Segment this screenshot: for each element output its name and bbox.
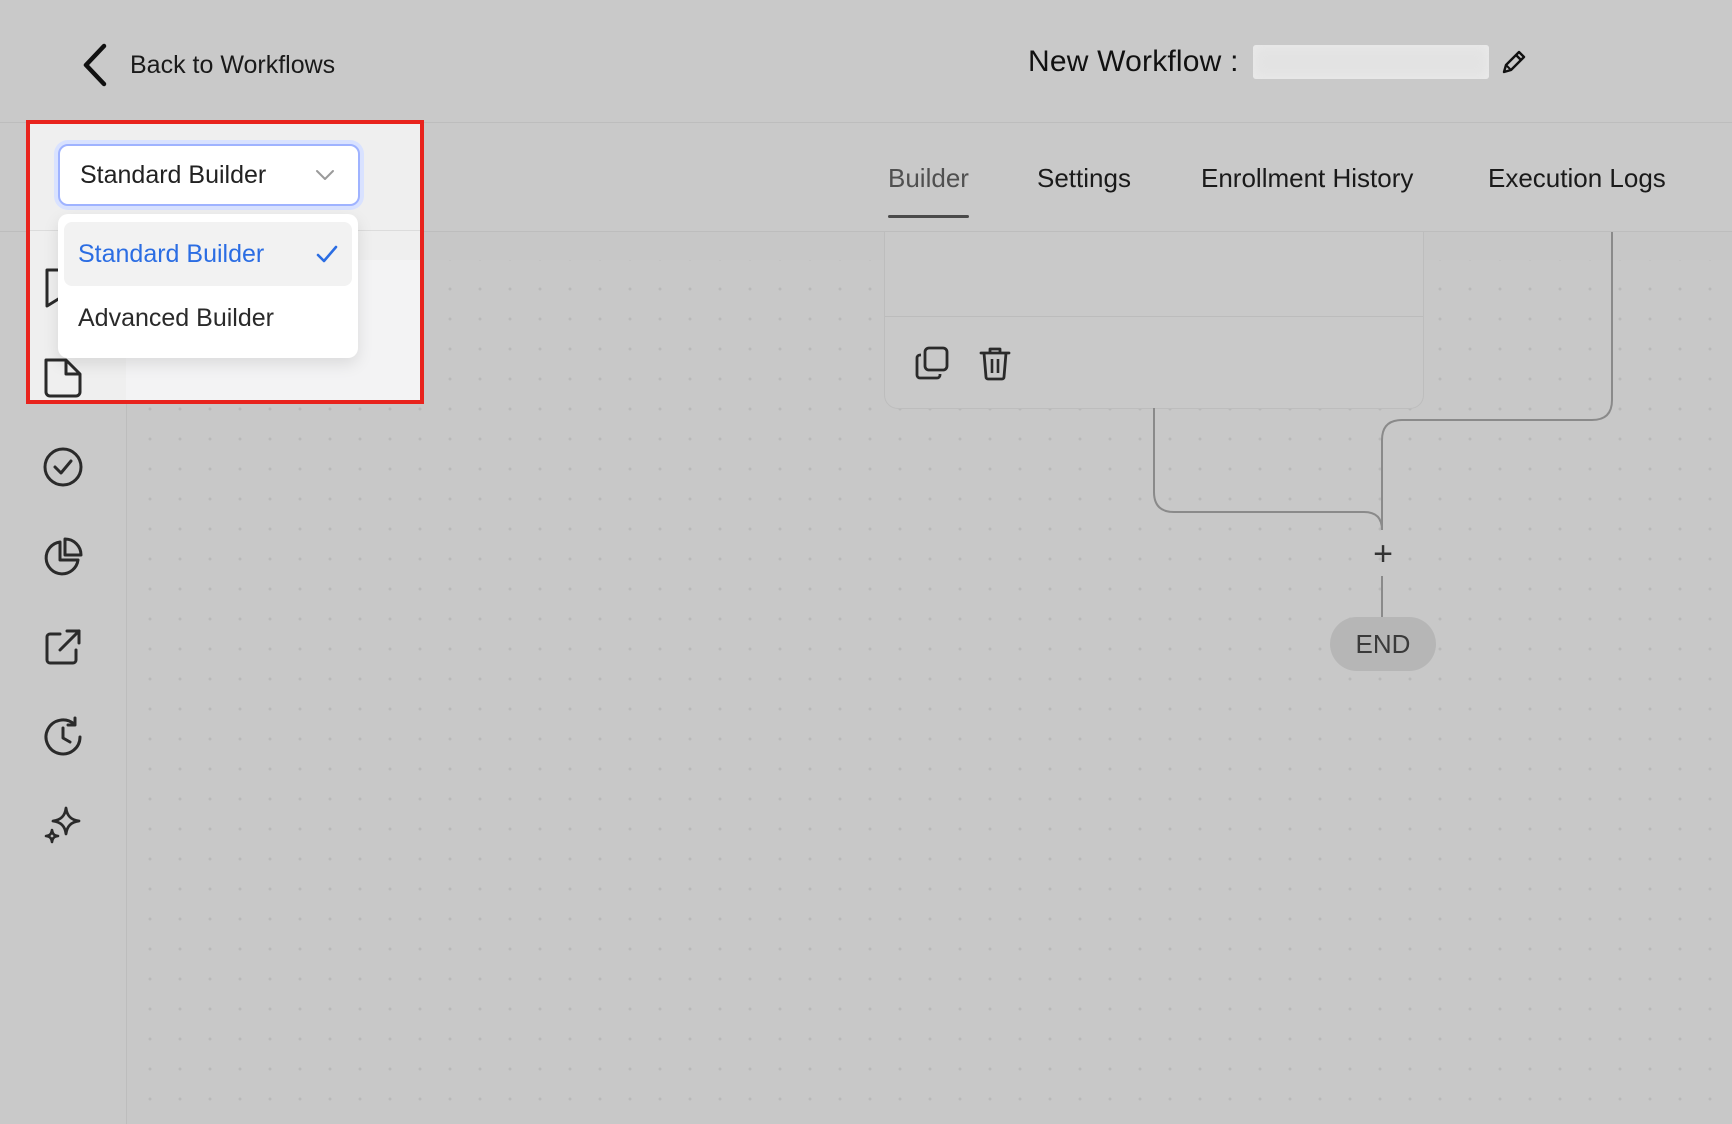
workflow-name-field[interactable]	[1252, 45, 1489, 79]
option-standard-builder[interactable]: Standard Builder	[64, 222, 352, 286]
builder-type-dropdown: Standard Builder Advanced Builder	[58, 214, 358, 358]
checkmark-icon	[316, 245, 338, 263]
pie-chart-icon[interactable]	[40, 534, 86, 580]
tab-settings[interactable]: Settings	[1037, 163, 1131, 218]
external-link-icon[interactable]	[40, 624, 86, 670]
builder-select-value: Standard Builder	[80, 160, 267, 189]
workflow-node-card[interactable]	[884, 232, 1424, 409]
back-to-workflows-link[interactable]: Back to Workflows	[78, 40, 335, 90]
history-clock-icon[interactable]	[40, 714, 86, 760]
workflow-title-label: New Workflow :	[1028, 45, 1239, 78]
option-label: Standard Builder	[78, 239, 265, 268]
back-label: Back to Workflows	[130, 50, 336, 79]
copy-icon[interactable]	[913, 344, 951, 382]
chevron-left-icon	[83, 43, 107, 87]
check-circle-icon[interactable]	[40, 444, 86, 490]
end-label: END	[1355, 628, 1411, 659]
builder-type-select[interactable]: Standard Builder	[58, 144, 360, 206]
node-divider	[885, 316, 1423, 317]
option-label: Advanced Builder	[78, 303, 274, 332]
tab-execution-logs[interactable]: Execution Logs	[1488, 163, 1666, 218]
top-bar: Back to Workflows New Workflow :	[0, 0, 1732, 123]
workflow-title: New Workflow :	[1028, 38, 1529, 86]
option-advanced-builder[interactable]: Advanced Builder	[64, 286, 352, 350]
chevron-down-icon	[316, 170, 334, 180]
tab-enrollment-history[interactable]: Enrollment History	[1201, 163, 1413, 218]
document-icon-partial	[44, 358, 82, 398]
sparkles-icon[interactable]	[40, 802, 86, 848]
trash-icon[interactable]	[976, 344, 1014, 382]
add-step-button[interactable]: +	[1368, 536, 1398, 572]
end-node: END	[1330, 617, 1436, 671]
tab-builder[interactable]: Builder	[888, 163, 969, 218]
pencil-icon[interactable]	[1499, 47, 1529, 77]
